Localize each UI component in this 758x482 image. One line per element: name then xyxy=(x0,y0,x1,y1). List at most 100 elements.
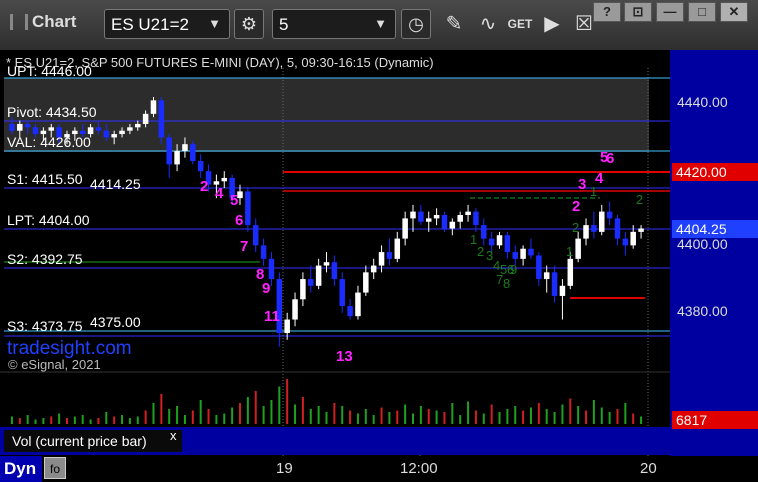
volume-bar xyxy=(317,406,320,424)
help-button[interactable]: ? xyxy=(593,2,621,22)
volume-bar xyxy=(199,400,202,424)
volume-bar xyxy=(640,416,643,424)
candle-body xyxy=(591,225,597,232)
upt-label: UPT: 4446.00 xyxy=(7,63,92,79)
td-count-magenta: 2 xyxy=(572,198,581,215)
candle-body xyxy=(488,238,495,246)
chevron-down-icon[interactable]: ▼ xyxy=(208,16,221,31)
volume-bar xyxy=(325,412,328,424)
candle-body xyxy=(465,211,471,215)
candle-body xyxy=(394,238,401,259)
volume-bar xyxy=(191,410,194,424)
interval-combo[interactable]: 5 ▼ xyxy=(272,9,396,39)
get-icon[interactable]: GET xyxy=(506,11,534,37)
volume-bar xyxy=(632,413,635,424)
volume-bar xyxy=(624,403,627,424)
candle-body xyxy=(268,258,275,280)
volume-bar xyxy=(459,415,462,424)
settings-gear-icon[interactable]: ⚙ xyxy=(234,9,264,39)
drag-grip-icon[interactable] xyxy=(10,14,28,30)
candle-body xyxy=(300,279,306,300)
close-study-icon[interactable]: x xyxy=(170,428,177,443)
candle-body xyxy=(48,127,55,131)
price-tag-current: 4404.25 xyxy=(672,220,758,238)
td-count-magenta: 4 xyxy=(215,185,224,202)
candle-body xyxy=(150,100,157,114)
volume-bar xyxy=(451,403,454,424)
volume-bar xyxy=(223,413,226,424)
candle-body xyxy=(103,130,110,138)
volume-bar xyxy=(577,406,580,424)
volume-bar xyxy=(569,398,572,424)
volume-bar xyxy=(616,409,619,424)
candle-body xyxy=(252,225,259,246)
chevron-down-icon[interactable]: ▼ xyxy=(374,16,387,31)
lpt-label: LPT: 4404.00 xyxy=(7,212,90,228)
pencil-icon[interactable]: ✎ xyxy=(440,11,468,37)
td-count-magenta: 5 xyxy=(230,192,239,209)
volume-bar xyxy=(270,400,273,424)
candle-body xyxy=(260,245,267,259)
candle-body xyxy=(347,306,353,317)
candle-body xyxy=(551,272,558,296)
volume-bar xyxy=(435,410,438,424)
candle-body xyxy=(425,218,432,222)
volume-bar xyxy=(506,409,509,424)
volume-bar xyxy=(427,409,430,424)
td-count-magenta: 9 xyxy=(262,280,271,297)
volume-bar xyxy=(168,409,171,424)
td-count-green: 1 xyxy=(566,244,574,259)
volume-bar xyxy=(105,412,108,424)
candle-body xyxy=(370,265,377,273)
volume-bar xyxy=(246,397,249,424)
td-count-magenta: 2 xyxy=(200,178,209,195)
volume-bar xyxy=(18,418,21,424)
td-count-green: 2 xyxy=(636,192,644,207)
dynamic-mode-button[interactable]: Dyn xyxy=(0,456,42,482)
volume-bar xyxy=(482,413,485,424)
play-icon[interactable]: ▶ xyxy=(538,11,566,37)
maximize-button[interactable]: □ xyxy=(688,2,716,22)
lock-icon[interactable]: fo xyxy=(44,457,66,479)
candle-body xyxy=(410,211,416,219)
candle-body xyxy=(606,211,613,219)
candle-body xyxy=(449,221,456,229)
volume-bar xyxy=(561,404,564,424)
volume-bar xyxy=(278,386,281,424)
volume-study-label[interactable]: Vol (current price bar) xyxy=(4,430,182,452)
s3-extra-label: 4375.00 xyxy=(90,314,141,330)
candle-body xyxy=(158,100,165,138)
close-button[interactable]: ✕ xyxy=(720,2,748,22)
candle-body xyxy=(598,211,605,232)
td-count-green: 2 xyxy=(477,244,485,259)
clock-icon[interactable]: ◷ xyxy=(401,9,431,39)
volume-bar xyxy=(294,404,297,424)
volume-bar xyxy=(380,407,383,424)
volume-bar xyxy=(50,416,53,424)
candle-body xyxy=(614,218,621,239)
volume-bar xyxy=(490,404,493,424)
minimize-button[interactable]: — xyxy=(656,2,684,22)
candle-body xyxy=(504,235,511,253)
volume-bar xyxy=(592,400,595,424)
candle-body xyxy=(386,252,393,259)
candle-body xyxy=(323,262,330,266)
volume-bar xyxy=(529,407,532,424)
volume-bar xyxy=(419,406,422,424)
volume-bar xyxy=(81,415,84,424)
candle-body xyxy=(17,123,23,131)
price-chart[interactable] xyxy=(0,50,758,482)
symbol-combo[interactable]: ES U21=2 ▼ xyxy=(104,9,230,39)
value-area-shade xyxy=(4,78,649,152)
val-label: VAL: 4426.00 xyxy=(7,134,91,150)
volume-bar xyxy=(121,415,124,424)
candle-body xyxy=(339,279,345,307)
candle-body xyxy=(182,144,188,151)
volume-bar xyxy=(26,415,29,424)
study-icon[interactable]: ∿ xyxy=(474,11,502,37)
candle-body xyxy=(190,144,196,162)
restore-button[interactable]: ⊡ xyxy=(624,2,652,22)
volume-bar xyxy=(309,409,312,424)
candle-body xyxy=(221,177,228,182)
volume-bar xyxy=(467,401,470,424)
